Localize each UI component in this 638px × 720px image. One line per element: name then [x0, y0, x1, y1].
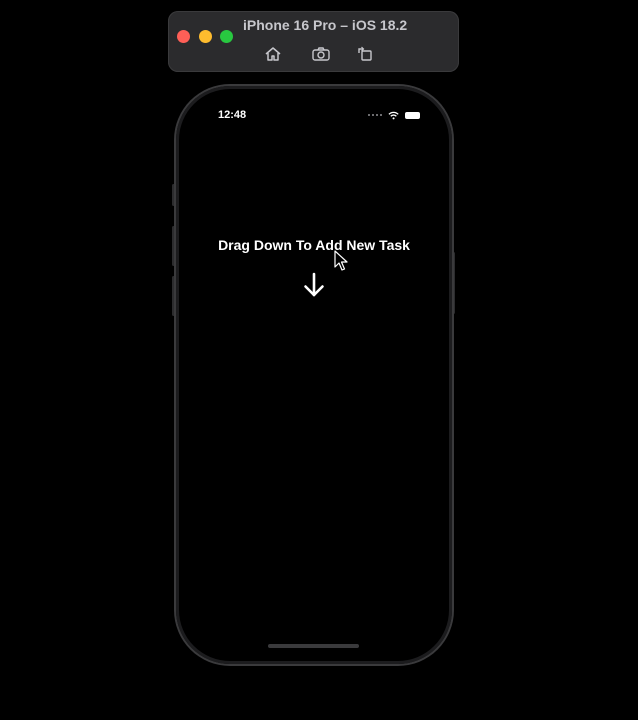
rotate-icon — [358, 46, 372, 61]
drag-down-hint: Drag Down To Add New Task — [218, 237, 410, 253]
signal-icon — [368, 114, 382, 116]
status-icons — [368, 108, 420, 122]
wifi-icon — [388, 111, 399, 119]
home-button[interactable] — [262, 43, 284, 65]
action-button — [172, 184, 175, 206]
screen: iPhone 16 Pro – iOS 18.2 12:48 Drag Down… — [0, 0, 638, 720]
power-button — [452, 252, 455, 314]
pointer-cursor-icon — [334, 250, 348, 271]
home-icon — [265, 47, 281, 61]
home-indicator[interactable] — [268, 644, 359, 648]
phone-frame — [176, 86, 452, 664]
screenshot-button[interactable] — [310, 43, 332, 65]
volume-down-button — [172, 276, 175, 316]
simulator-title: iPhone 16 Pro – iOS 18.2 — [243, 17, 408, 33]
screenshot-icon — [312, 47, 330, 61]
simulator-toolbar: iPhone 16 Pro – iOS 18.2 — [168, 11, 459, 72]
battery-icon — [405, 111, 420, 119]
status-time: 12:48 — [218, 109, 247, 121]
rotate-button[interactable] — [354, 43, 376, 65]
volume-up-button — [172, 226, 175, 266]
arrow-down-icon — [304, 272, 324, 297]
window-zoom-button[interactable] — [220, 30, 233, 43]
window-minimize-button[interactable] — [199, 30, 212, 43]
window-close-button[interactable] — [177, 30, 190, 43]
